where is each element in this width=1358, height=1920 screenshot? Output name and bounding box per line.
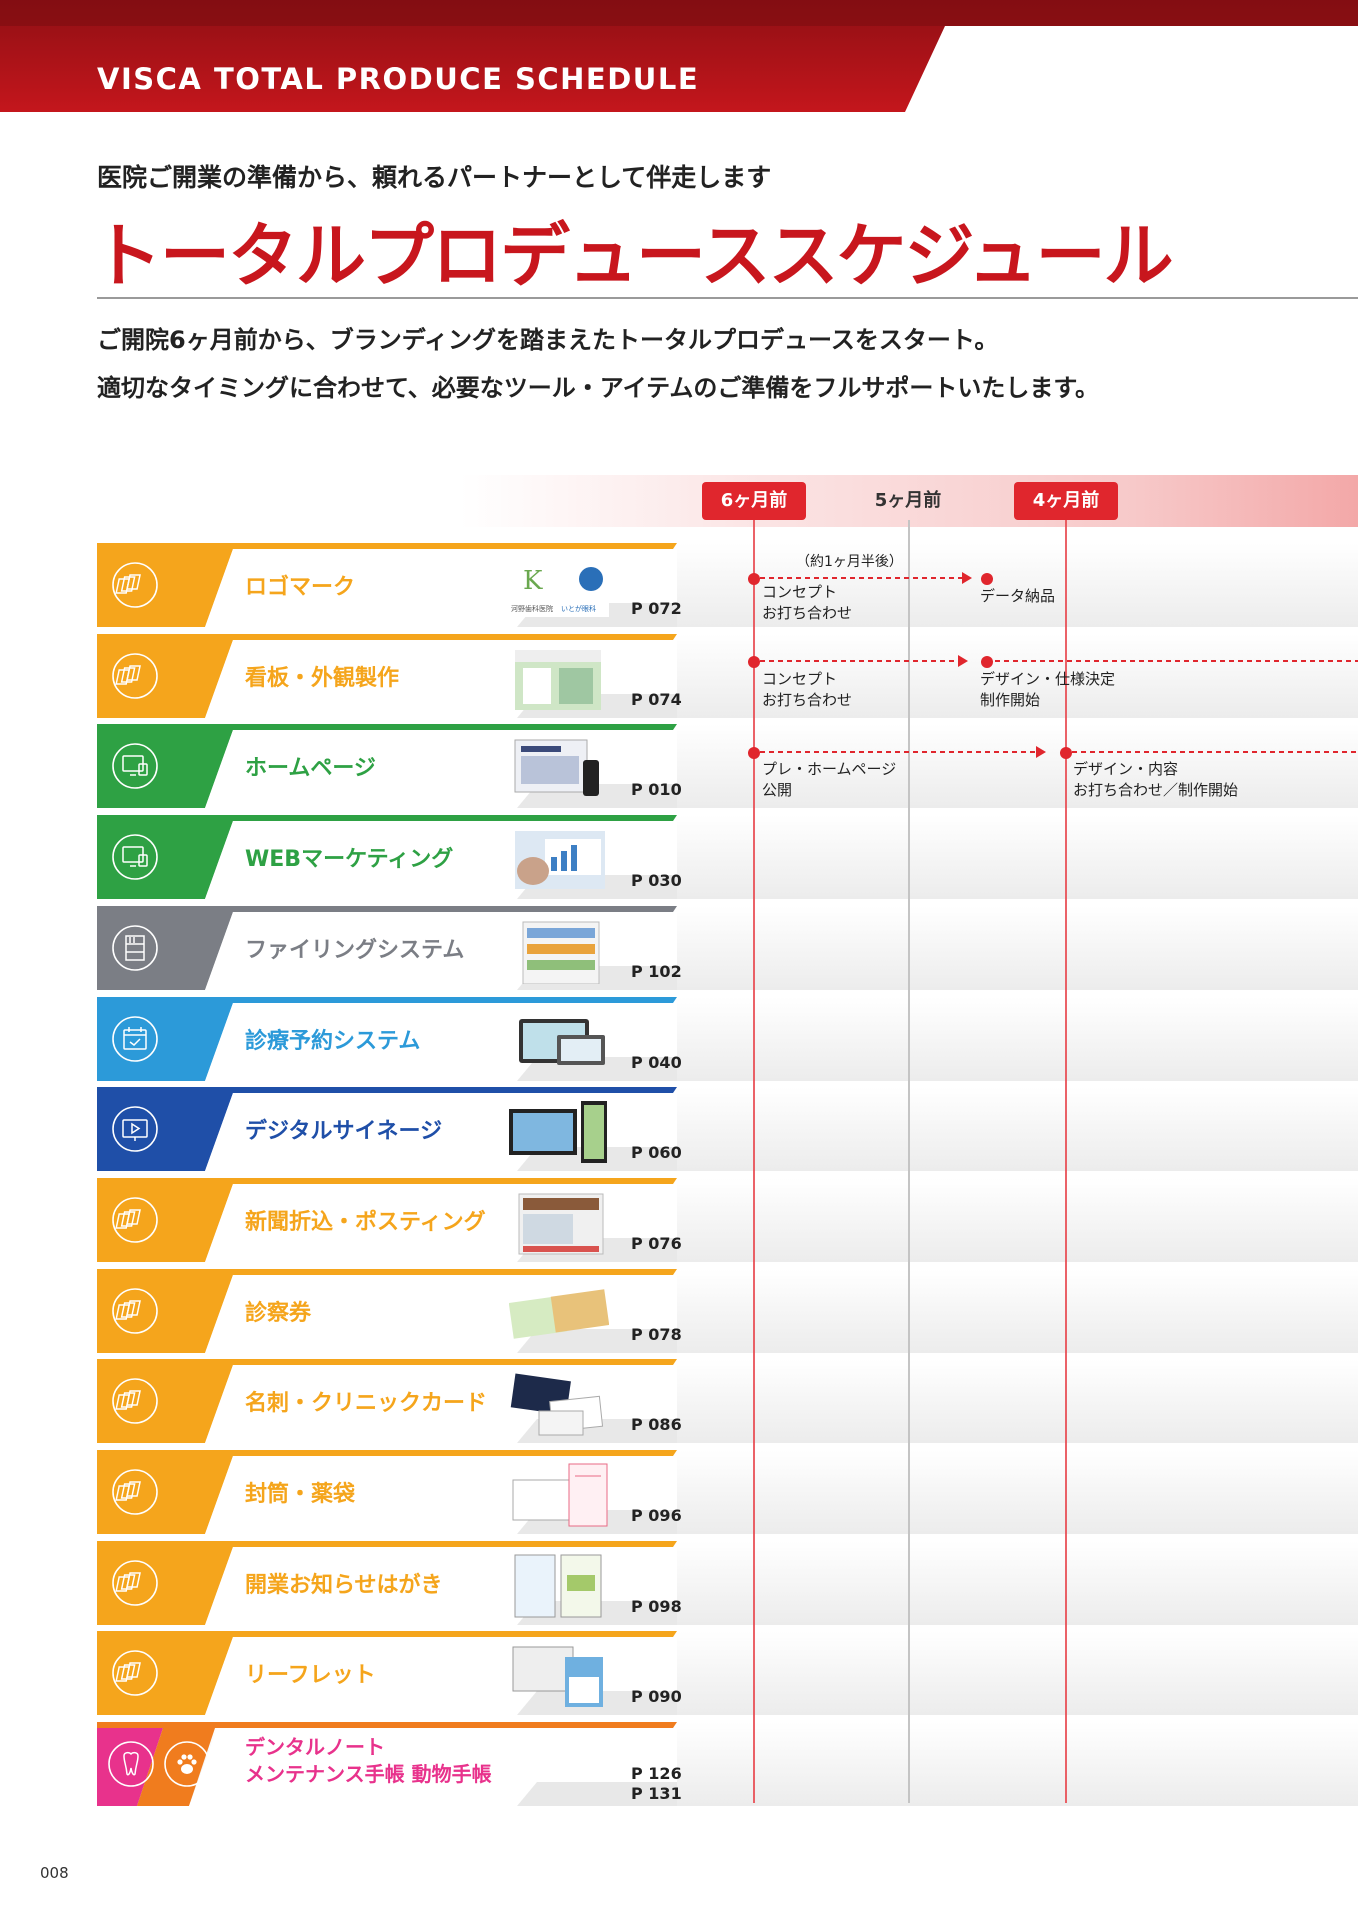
row-page-ref: P 126 P 131 [631, 1764, 682, 1803]
layers-icon [111, 1468, 159, 1516]
svg-text:K: K [523, 566, 543, 596]
layers-icon [111, 561, 159, 609]
row-page-ref: P 060 [631, 1143, 682, 1162]
layers-icon [111, 1377, 159, 1425]
row-page-ref: P 010 [631, 780, 682, 799]
row-thumbnail: K 河野歯科医院 いとが眼科 [509, 555, 609, 621]
schedule-row: 診療予約システム P 040 [97, 997, 1358, 1081]
gridline-6-months [753, 520, 755, 1803]
tooth-icon [107, 1740, 155, 1788]
month-badge-4: 4ヶ月前 [1014, 482, 1118, 520]
page-number: 008 [40, 1864, 69, 1882]
row-page-ref: P 076 [631, 1234, 682, 1253]
monitor-icon [111, 833, 159, 881]
row-label: 診療予約システム [245, 1029, 421, 1054]
row-page-ref: P 096 [631, 1506, 682, 1525]
schedule-row: 看板・外観製作 P 074 [97, 634, 1358, 718]
row-label: 開業お知らせはがき [245, 1573, 443, 1598]
row-thumbnail [509, 1099, 609, 1165]
row-page-ref: P 040 [631, 1053, 682, 1072]
row-thumbnail [509, 1643, 609, 1709]
month-badge-6: 6ヶ月前 [702, 482, 806, 520]
row-page-ref: P 078 [631, 1325, 682, 1344]
row-thumbnail [509, 1190, 609, 1256]
schedule-row: リーフレット P 090 [97, 1631, 1358, 1715]
milestone-dot [981, 656, 993, 668]
gridline-4-months [1065, 520, 1067, 1803]
milestone-dot [748, 656, 760, 668]
row-thumbnail [509, 827, 609, 893]
row-label: 名刺・クリニックカード [245, 1391, 488, 1416]
row-page-ref: P 090 [631, 1687, 682, 1706]
logo-delay-note: （約1ヶ月半後） [796, 554, 903, 570]
row-label: 封筒・薬袋 [245, 1482, 356, 1507]
schedule-row: 封筒・薬袋 P 096 [97, 1450, 1358, 1534]
page-title: トータルプロデューススケジュール [92, 215, 1174, 297]
row-thumbnail [508, 1281, 610, 1347]
schedule-row: WEBマーケティング P 030 [97, 815, 1358, 899]
sign-start-note: コンセプト お打ち合わせ [762, 670, 853, 709]
intro-line-2: 適切なタイミングに合わせて、必要なツール・アイテムのご準備をフルサポートいたしま… [97, 374, 1099, 402]
layers-icon [111, 1287, 159, 1335]
milestone-dot [1060, 747, 1072, 759]
schedule-row: 名刺・クリニックカード P 086 [97, 1359, 1358, 1443]
row-label: デジタルサイネージ [245, 1119, 443, 1144]
milestone-dot [748, 747, 760, 759]
row-label: 新聞折込・ポスティング [245, 1210, 486, 1235]
svg-text:河野歯科医院: 河野歯科医院 [511, 604, 553, 613]
schedule-row: デジタルサイネージ P 060 [97, 1087, 1358, 1171]
schedule-row: 開業お知らせはがき P 098 [97, 1541, 1358, 1625]
row-thumbnail [509, 1371, 609, 1437]
row-label: ファイリングシステム [245, 938, 465, 963]
calendar-icon [111, 1015, 159, 1063]
row-thumbnail [509, 646, 609, 712]
row-page-ref: P 074 [631, 690, 682, 709]
row-page-ref: P 102 [631, 962, 682, 981]
paw-icon [163, 1740, 211, 1788]
hp-end-note: デザイン・内容 お打ち合わせ／制作開始 [1073, 760, 1239, 799]
subtitle: 医院ご開業の準備から、頼れるパートナーとして伴走します [97, 163, 772, 192]
layers-icon [111, 1559, 159, 1607]
schedule-row: デンタルノート メンテナンス手帳 動物手帳 P 126 P 131 [97, 1722, 1358, 1806]
play-screen-icon [111, 1105, 159, 1153]
row-thumbnail [509, 1462, 609, 1528]
row-label: 看板・外観製作 [245, 666, 400, 691]
logo-end-note: データ納品 [980, 587, 1056, 605]
row-thumbnail [509, 1553, 609, 1619]
row-page-ref: P 086 [631, 1415, 682, 1434]
row-thumbnail [509, 918, 609, 985]
row-page-ref: P 098 [631, 1597, 682, 1616]
sign-end-note: デザイン・仕様決定 制作開始 [980, 670, 1116, 709]
row-page-ref: P 030 [631, 871, 682, 890]
schedule-row: ファイリングシステム P 102 [97, 906, 1358, 990]
layers-icon [111, 1196, 159, 1244]
title-divider [97, 297, 1358, 299]
schedule-row: ロゴマーク K 河野歯科医院 いとが眼科 P 072 [97, 543, 1358, 627]
layers-icon [111, 1649, 159, 1697]
row-label: デンタルノート メンテナンス手帳 動物手帳 [245, 1735, 492, 1786]
monitor-icon [111, 742, 159, 790]
milestone-dot [748, 573, 760, 585]
layers-icon [111, 652, 159, 700]
row-thumbnail [509, 1009, 609, 1075]
row-thumbnail [509, 1734, 609, 1800]
row-label: ホームページ [245, 756, 376, 781]
row-label: 診察券 [245, 1301, 312, 1326]
shelf-icon [111, 924, 159, 972]
logo-start-note: コンセプト お打ち合わせ [762, 583, 853, 622]
svg-text:いとが眼科: いとが眼科 [561, 604, 596, 613]
row-label: WEBマーケティング [245, 847, 454, 872]
month-label-5: 5ヶ月前 [874, 490, 942, 511]
row-thumbnail [509, 736, 609, 802]
schedule-row: 診察券 P 078 [97, 1269, 1358, 1353]
schedule-row: 新聞折込・ポスティング P 076 [97, 1178, 1358, 1262]
row-label: リーフレット [245, 1663, 376, 1688]
intro-line-1: ご開院6ヶ月前から、ブランディングを踏まえたトータルプロデュースをスタート。 [97, 326, 999, 354]
header-title: VISCA TOTAL PRODUCE SCHEDULE [97, 62, 700, 96]
hp-start-note: プレ・ホームページ 公開 [762, 760, 897, 799]
gridline-5-months [908, 520, 910, 1803]
row-page-ref: P 072 [631, 599, 682, 618]
row-label: ロゴマーク [245, 575, 356, 600]
milestone-dot [981, 573, 993, 585]
